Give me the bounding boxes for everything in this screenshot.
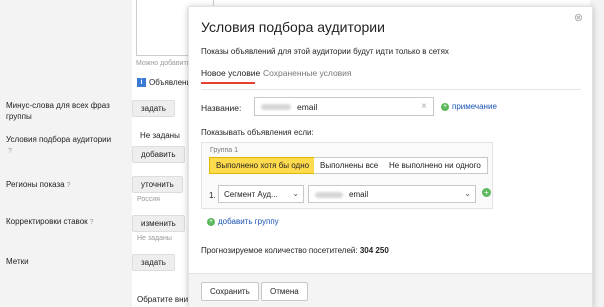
info-icon: i xyxy=(137,78,146,88)
chevron-down-icon: ⌄ xyxy=(292,189,299,198)
audience-conditions-add-button[interactable]: добавить xyxy=(132,146,185,163)
show-ads-if-label: Показывать объявления если: xyxy=(201,128,314,137)
forecast-text: Прогнозируемое количество посетителей: 3… xyxy=(201,246,389,255)
add-group-link[interactable]: + добавить группу xyxy=(207,217,279,226)
condition-value-select[interactable]: email ⌄ xyxy=(308,185,476,203)
active-tab-indicator xyxy=(201,82,255,84)
modal-subtitle: Показы объявлений для этой аудитории буд… xyxy=(201,47,449,56)
add-condition-icon[interactable]: + xyxy=(482,188,491,197)
redacted-text xyxy=(261,104,291,110)
info-notice: i Объявлени xyxy=(137,78,191,88)
group-label: Группа 1 xyxy=(210,147,239,154)
forecast-value: 304 250 xyxy=(359,246,389,255)
add-note-link[interactable]: + примечание xyxy=(441,102,497,111)
clear-icon[interactable]: × xyxy=(421,101,427,112)
minus-words-label: Минус-слова для всех фраз группы xyxy=(6,101,110,121)
help-icon[interactable]: ? xyxy=(67,180,71,191)
audience-conditions-value: Не заданы xyxy=(140,131,180,140)
name-input[interactable]: email × xyxy=(254,97,434,116)
mode-any-button[interactable]: Выполнено хотя бы одно xyxy=(209,157,317,174)
help-icon[interactable]: ? xyxy=(8,146,12,157)
bid-adjustments-change-button[interactable]: изменить xyxy=(132,215,185,232)
regions-value: Россия xyxy=(137,196,160,203)
help-icon[interactable]: ? xyxy=(90,217,94,228)
bid-adjustments-value: Не заданы xyxy=(137,235,172,242)
tabs-divider xyxy=(201,89,581,90)
plus-icon: + xyxy=(207,217,215,226)
info-text: Объявлени xyxy=(149,78,191,87)
tab-saved-conditions[interactable]: Сохраненные условия xyxy=(263,68,352,78)
cancel-button[interactable]: Отмена xyxy=(261,282,308,301)
regions-refine-button[interactable]: уточнить xyxy=(132,176,183,193)
minus-words-set-button[interactable]: задать xyxy=(132,100,175,117)
plus-icon: + xyxy=(441,102,449,111)
condition-row-number: 1. xyxy=(209,191,216,200)
bottom-notice: Обратите вним xyxy=(137,295,194,304)
name-label: Название: xyxy=(201,103,242,113)
condition-type-select[interactable]: Сегмент Ауд... ⌄ xyxy=(218,185,304,203)
modal-title: Условия подбора аудитории xyxy=(201,19,385,35)
redacted-text xyxy=(315,192,343,198)
textarea-hint: Можно добавить xyxy=(136,60,191,67)
condition-type-value: Сегмент Ауд... xyxy=(224,190,278,199)
chevron-down-icon: ⌄ xyxy=(464,189,471,198)
condition-group: Группа 1 Выполнено хотя бы одно Выполнен… xyxy=(201,142,493,209)
regions-label: Регионы показа? xyxy=(6,180,71,191)
tab-new-condition[interactable]: Новое условие xyxy=(201,68,260,78)
mode-none-button[interactable]: Не выполнено ни одного xyxy=(383,157,488,174)
save-button[interactable]: Сохранить xyxy=(201,282,259,301)
audience-conditions-label: Условия подбора аудитории? xyxy=(6,135,112,157)
modal-footer: Сохранить Отмена xyxy=(189,273,592,307)
tags-set-button[interactable]: задать xyxy=(132,254,175,271)
close-icon[interactable]: ⊗ xyxy=(573,13,584,24)
mode-all-button[interactable]: Выполнены все xyxy=(314,157,386,174)
bid-adjustments-label: Корректировки ставок? xyxy=(6,217,94,228)
audience-conditions-modal: ⊗ Условия подбора аудитории Показы объяв… xyxy=(188,6,593,307)
name-input-value: email xyxy=(297,102,318,112)
tags-label: Метки xyxy=(6,257,29,266)
condition-value-text: email xyxy=(349,190,369,199)
modal-tabs: Новое условие Сохраненные условия xyxy=(201,68,581,86)
